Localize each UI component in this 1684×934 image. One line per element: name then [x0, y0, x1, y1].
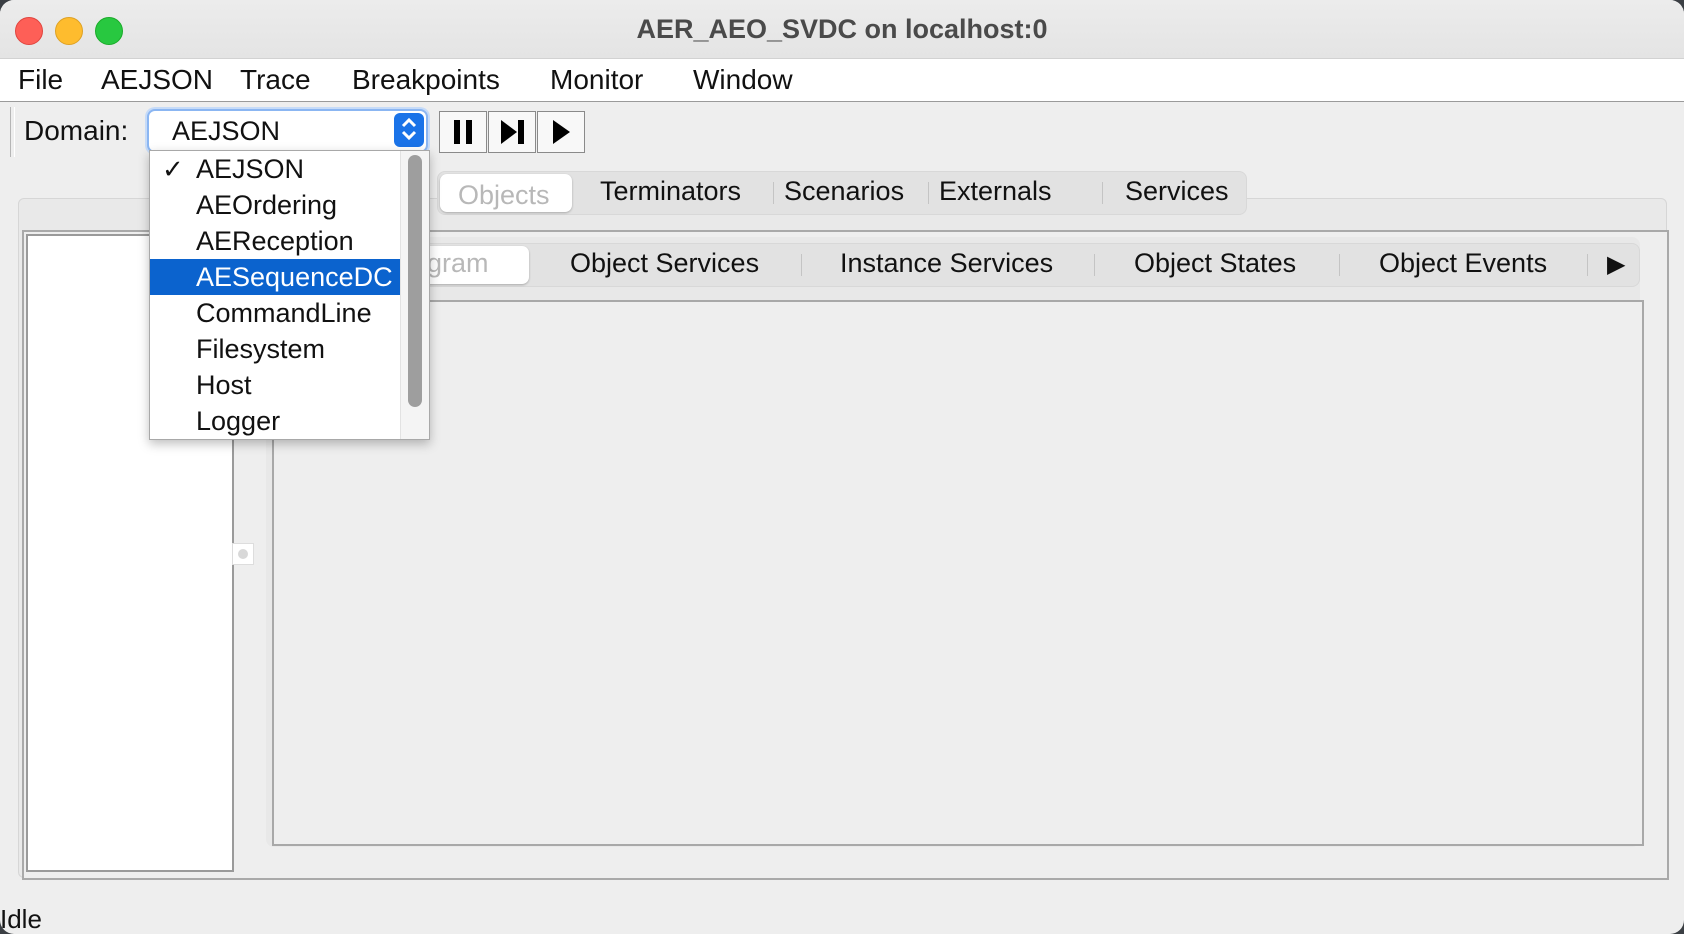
- second-tab-bar: gram Object Services Instance Services O…: [402, 243, 1640, 287]
- top-tab-bar: Objects Terminators Scenarios Externals …: [437, 171, 1247, 215]
- domain-label: Domain:: [24, 115, 129, 146]
- tab-separator: [1587, 254, 1588, 276]
- dropdown-option-aesequencedc[interactable]: AESequenceDC: [150, 259, 400, 295]
- up-down-arrows-icon: [394, 113, 424, 147]
- pause-icon: [454, 120, 472, 144]
- menu-window[interactable]: Window: [693, 64, 793, 96]
- dropdown-option-aeordering[interactable]: AEOrdering: [150, 187, 400, 223]
- dropdown-option-commandline[interactable]: CommandLine: [150, 295, 400, 331]
- menu-file[interactable]: File: [18, 64, 63, 96]
- menu-breakpoints[interactable]: Breakpoints: [352, 64, 500, 96]
- splitter-handle[interactable]: [232, 543, 254, 565]
- dropdown-option-filesystem[interactable]: Filesystem: [150, 331, 400, 367]
- tab-scroll-right-icon[interactable]: ▶: [1607, 250, 1625, 279]
- tab-separator: [928, 182, 929, 204]
- tab-separator: [1094, 254, 1095, 276]
- domain-dropdown-list: ✓ AEJSON AEOrdering AEReception AESequen…: [149, 150, 430, 440]
- tab-terminators[interactable]: Terminators: [600, 176, 741, 207]
- tab-diagram[interactable]: gram: [427, 248, 489, 279]
- title-bar: AER_AEO_SVDC on localhost:0: [0, 0, 1684, 59]
- dropdown-option-host[interactable]: Host: [150, 367, 400, 403]
- status-bar-text: Idle: [0, 904, 42, 934]
- pause-button[interactable]: [439, 111, 487, 153]
- menu-monitor[interactable]: Monitor: [550, 64, 643, 96]
- tab-separator: [1102, 182, 1103, 204]
- tab-object-services[interactable]: Object Services: [570, 248, 759, 279]
- menu-bar: File AEJSON Trace Breakpoints Monitor Wi…: [0, 59, 1684, 102]
- tab-services[interactable]: Services: [1125, 176, 1229, 207]
- dropdown-scrollbar[interactable]: [400, 151, 429, 439]
- run-icon: [553, 120, 570, 144]
- menu-aejson[interactable]: AEJSON: [101, 64, 213, 96]
- window-title: AER_AEO_SVDC on localhost:0: [636, 14, 1048, 44]
- dropdown-option-aereception[interactable]: AEReception: [150, 223, 400, 259]
- diagram-canvas[interactable]: [272, 300, 1644, 846]
- menu-trace[interactable]: Trace: [240, 64, 311, 96]
- tab-object-events[interactable]: Object Events: [1379, 248, 1547, 279]
- step-icon: [501, 120, 524, 144]
- tab-separator: [773, 182, 774, 204]
- tab-externals[interactable]: Externals: [939, 176, 1052, 207]
- tab-separator: [1339, 254, 1340, 276]
- step-button[interactable]: [488, 111, 536, 153]
- dropdown-option-logger[interactable]: Logger: [150, 403, 400, 439]
- toolbar-grip[interactable]: [10, 107, 15, 157]
- checkmark-icon: ✓: [162, 154, 184, 184]
- domain-combobox[interactable]: AEJSON: [147, 109, 428, 153]
- tab-scenarios[interactable]: Scenarios: [784, 176, 904, 207]
- tab-separator: [801, 254, 802, 276]
- dropdown-option-aejson[interactable]: ✓ AEJSON: [150, 151, 400, 187]
- run-button[interactable]: [537, 111, 585, 153]
- tab-object-states[interactable]: Object States: [1134, 248, 1296, 279]
- tab-objects[interactable]: Objects: [458, 180, 550, 211]
- app-window: AER_AEO_SVDC on localhost:0 File AEJSON …: [0, 0, 1684, 934]
- domain-combobox-value: AEJSON: [172, 116, 281, 146]
- dropdown-scrollbar-thumb[interactable]: [408, 155, 422, 407]
- tab-instance-services[interactable]: Instance Services: [840, 248, 1053, 279]
